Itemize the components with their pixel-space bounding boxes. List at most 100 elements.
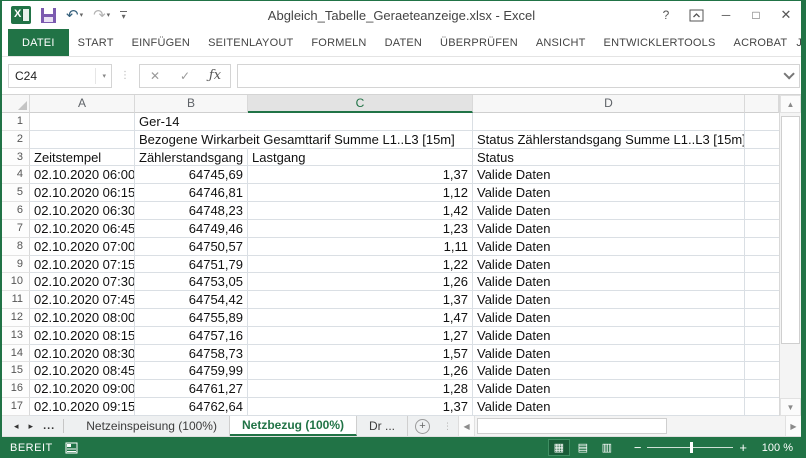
ribbon-tab[interactable]: EINFÜGEN [123, 29, 199, 56]
cell[interactable]: Lastgang [248, 148, 473, 167]
maximize-icon[interactable]: □ [741, 3, 771, 27]
customize-qat-icon[interactable]: ▾ [117, 11, 130, 21]
cell[interactable]: 1,23 [248, 219, 473, 238]
cell[interactable] [745, 345, 779, 363]
redo-icon[interactable]: ↷ ▾ [90, 4, 113, 26]
row-header[interactable]: 17 [2, 398, 30, 416]
cell[interactable]: Valide Daten [473, 380, 745, 398]
cell[interactable]: Status Zählerstandsgang Summe L1..L3 [15… [473, 130, 745, 149]
cell[interactable]: 02.10.2020 06:15 [30, 184, 135, 203]
cell[interactable]: 02.10.2020 08:45 [30, 362, 135, 381]
cell[interactable]: 1,27 [248, 326, 473, 345]
column-header-a[interactable]: A [30, 95, 135, 113]
cell[interactable]: 02.10.2020 08:30 [30, 344, 135, 363]
enter-icon[interactable]: ✓ [170, 69, 200, 83]
cell[interactable] [745, 256, 779, 274]
sheet-tab[interactable]: Netzbezug (100%) [229, 416, 358, 436]
column-header-d[interactable]: D [473, 95, 745, 113]
view-page-layout-icon[interactable]: ▤ [572, 439, 594, 456]
help-icon[interactable]: ? [651, 3, 681, 27]
zoom-level[interactable]: 100 % [749, 442, 793, 454]
view-page-break-icon[interactable]: ▥ [596, 439, 618, 456]
row-header[interactable]: 10 [2, 273, 30, 292]
scroll-left-icon[interactable]: ◀ [459, 416, 476, 436]
zoom-out-icon[interactable]: − [634, 440, 642, 455]
cell[interactable]: 02.10.2020 07:15 [30, 255, 135, 274]
cell[interactable]: Valide Daten [473, 255, 745, 274]
ribbon-tab[interactable]: ÜBERPRÜFEN [431, 29, 527, 56]
ribbon-tab[interactable]: ENTWICKLERTOOLS [595, 29, 725, 56]
cell[interactable]: 02.10.2020 07:30 [30, 273, 135, 292]
cell[interactable]: 64753,05 [135, 273, 248, 292]
cell[interactable]: 64754,42 [135, 291, 248, 309]
scroll-up-icon[interactable]: ▲ [780, 95, 801, 113]
name-box-dropdown-icon[interactable]: ▾ [95, 67, 111, 84]
select-all-button[interactable] [2, 95, 30, 113]
cell[interactable]: 64750,57 [135, 237, 248, 256]
cell[interactable]: 1,47 [248, 308, 473, 327]
user-name[interactable]: Jochen... [796, 37, 801, 49]
cell[interactable] [745, 149, 779, 167]
cell[interactable]: 1,22 [248, 255, 473, 274]
cell[interactable]: 1,37 [248, 291, 473, 309]
cell[interactable] [745, 362, 779, 381]
row-header[interactable]: 7 [2, 219, 30, 238]
row-header[interactable]: 14 [2, 344, 30, 363]
ribbon-tab[interactable]: DATEI [8, 29, 69, 56]
row-header[interactable]: 6 [2, 202, 30, 220]
row-header[interactable]: 2 [2, 130, 30, 149]
cell[interactable]: 02.10.2020 09:00 [30, 380, 135, 398]
cell[interactable]: 02.10.2020 08:00 [30, 308, 135, 327]
cell[interactable]: 64759,99 [135, 362, 248, 381]
cell[interactable]: 1,57 [248, 344, 473, 363]
close-icon[interactable]: ✕ [771, 3, 801, 27]
column-header-e[interactable] [745, 95, 779, 113]
zoom-slider[interactable] [647, 442, 734, 453]
macro-record-icon[interactable] [65, 442, 78, 454]
sheet-nav-left-icon[interactable]: ◂ [14, 421, 19, 432]
cell[interactable]: 1,37 [248, 398, 473, 416]
cell[interactable]: Valide Daten [473, 184, 745, 203]
row-header[interactable]: 9 [2, 255, 30, 274]
cell[interactable]: Valide Daten [473, 291, 745, 309]
row-header[interactable]: 3 [2, 148, 30, 167]
cell[interactable]: 64762,64 [135, 398, 248, 416]
cell[interactable]: Zeitstempel [30, 148, 135, 167]
cell[interactable]: Valide Daten [473, 219, 745, 238]
cell[interactable]: 64757,16 [135, 326, 248, 345]
cell[interactable]: 02.10.2020 09:15 [30, 398, 135, 416]
view-normal-icon[interactable]: ▦ [547, 439, 570, 456]
row-header[interactable]: 1 [2, 113, 30, 131]
cell[interactable]: Valide Daten [473, 344, 745, 363]
zoom-slider-handle[interactable] [690, 442, 694, 453]
cell[interactable] [745, 202, 779, 220]
scroll-right-icon[interactable]: ▶ [785, 416, 801, 436]
scroll-down-icon[interactable]: ▼ [780, 398, 801, 416]
cell[interactable]: Valide Daten [473, 362, 745, 381]
column-header-c[interactable]: C [248, 95, 473, 113]
row-header[interactable]: 8 [2, 237, 30, 256]
ribbon-tab[interactable]: DATEN [376, 29, 431, 56]
cell[interactable]: 64748,23 [135, 202, 248, 220]
sheet-nav-right-icon[interactable]: ▸ [29, 421, 34, 432]
cell[interactable] [30, 113, 135, 131]
cell[interactable]: 02.10.2020 07:00 [30, 237, 135, 256]
cell[interactable]: 64749,46 [135, 219, 248, 238]
cell[interactable] [248, 113, 473, 131]
row-header[interactable]: 16 [2, 380, 30, 398]
cell[interactable]: 1,12 [248, 184, 473, 203]
cell[interactable]: Valide Daten [473, 308, 745, 327]
ribbon-tab[interactable]: START [69, 29, 123, 56]
row-header[interactable]: 4 [2, 166, 30, 185]
cell[interactable] [745, 220, 779, 238]
cell[interactable]: Valide Daten [473, 326, 745, 345]
cell[interactable]: 02.10.2020 06:00 [30, 166, 135, 185]
new-sheet-button[interactable]: + [408, 416, 437, 436]
cell[interactable]: Valide Daten [473, 237, 745, 256]
sheet-tab[interactable]: Dr ... [357, 416, 409, 436]
cell[interactable]: 02.10.2020 07:45 [30, 291, 135, 309]
cell[interactable] [745, 327, 779, 345]
cell[interactable]: Valide Daten [473, 398, 745, 416]
cell[interactable]: 64746,81 [135, 184, 248, 203]
cell[interactable] [745, 309, 779, 327]
